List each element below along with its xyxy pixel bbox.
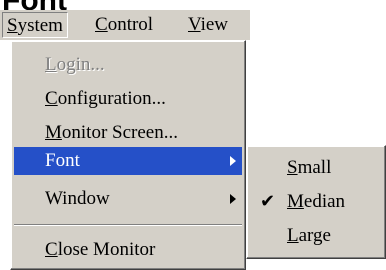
- submenu-item-large[interactable]: Large: [250, 222, 382, 250]
- menu-system-mnemonic: S: [7, 15, 18, 36]
- menu-item-close-monitor-label: Close Monitor: [45, 239, 156, 260]
- submenu-item-median[interactable]: ✔ Median: [250, 188, 382, 216]
- menu-item-window[interactable]: Window: [14, 185, 242, 213]
- menu-item-configuration[interactable]: Configuration...: [14, 85, 242, 113]
- menu-system[interactable]: System: [2, 12, 68, 38]
- submenu-arrow-icon: [230, 156, 236, 166]
- menu-item-configuration-label: Configuration...: [45, 88, 166, 109]
- menu-separator: [14, 224, 242, 226]
- menu-item-login-label: Login...: [45, 54, 105, 75]
- menu-item-monitor-screen-label: Monitor Screen...: [45, 122, 178, 143]
- menu-item-monitor-screen[interactable]: Monitor Screen...: [14, 119, 242, 147]
- menu-view-mnemonic: V: [188, 14, 201, 35]
- submenu-arrow-icon: [230, 194, 236, 204]
- menu-item-window-label: Window: [45, 188, 110, 209]
- checkmark-icon: ✔: [260, 191, 276, 212]
- submenu-item-small[interactable]: Small: [250, 154, 382, 182]
- menu-view[interactable]: View: [184, 12, 232, 38]
- menu-item-login[interactable]: Login...: [14, 51, 242, 79]
- menu-control-mnemonic: C: [95, 14, 108, 35]
- menu-bar: System Control View: [0, 10, 250, 40]
- menu-system-rest: ystem: [17, 15, 63, 36]
- submenu-item-small-label: Small: [287, 157, 332, 178]
- font-submenu: Small ✔ Median Large: [246, 145, 386, 259]
- menu-view-rest: iew: [200, 14, 229, 35]
- menu-item-font-label: Font: [45, 150, 80, 171]
- submenu-item-median-label: Median: [287, 191, 346, 212]
- menu-control[interactable]: Control: [91, 12, 157, 38]
- system-dropdown-menu: Login... Configuration... Monitor Screen…: [10, 40, 246, 270]
- menu-item-font[interactable]: Font: [14, 147, 242, 175]
- submenu-item-large-label: Large: [287, 225, 331, 246]
- menu-item-close-monitor[interactable]: Close Monitor: [14, 236, 242, 264]
- menu-control-rest: ontrol: [107, 14, 154, 35]
